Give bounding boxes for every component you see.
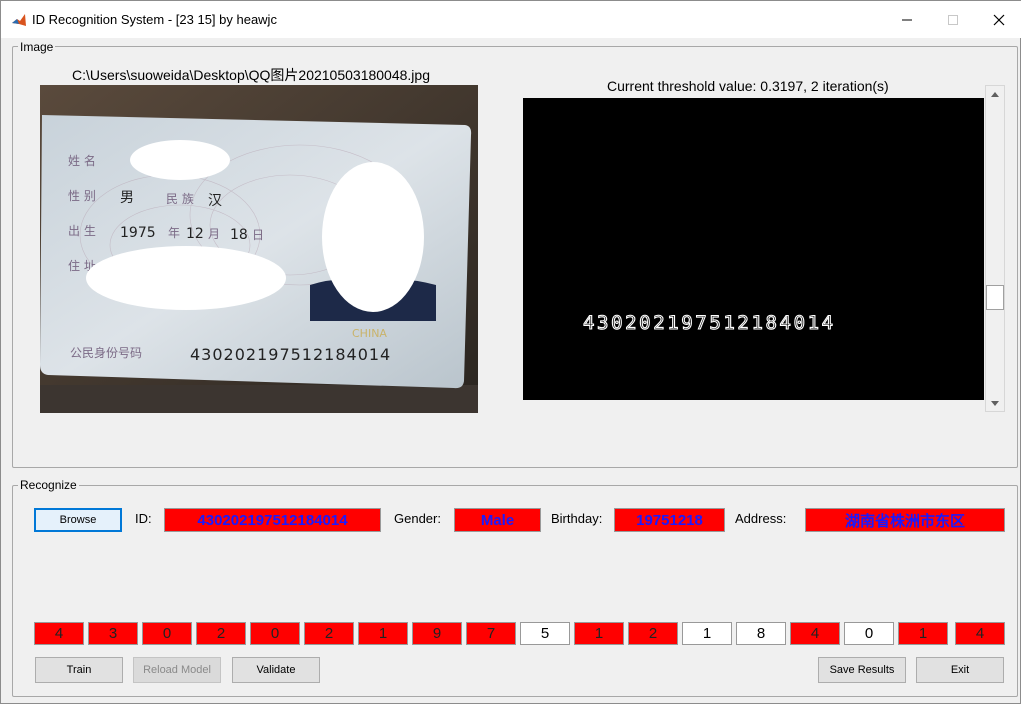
file-path-label: C:\Users\suoweida\Desktop\QQ图片2021050318…: [72, 67, 430, 83]
card-gender-label: 性 别: [68, 189, 96, 203]
digit-box: 2: [196, 622, 246, 645]
name-redaction: [130, 140, 230, 180]
digit-box: 1: [898, 622, 948, 645]
digit-box: 1: [682, 622, 732, 645]
digit-box: 2: [628, 622, 678, 645]
digit-box: 0: [844, 622, 894, 645]
close-button[interactable]: [976, 1, 1022, 38]
maximize-button[interactable]: [930, 1, 976, 38]
minimize-button[interactable]: [884, 1, 930, 38]
scroll-up-icon: [991, 91, 999, 97]
card-gender-value: 男: [120, 190, 134, 206]
birthday-value-field: 19751218: [614, 508, 725, 532]
id-label: ID:: [135, 511, 152, 526]
card-birth-month: 12: [186, 226, 204, 242]
gender-value-field: Male: [454, 508, 541, 532]
card-birth-day: 18: [230, 227, 248, 243]
binary-digits: 430202197512184014: [583, 312, 836, 334]
digit-box: 0: [250, 622, 300, 645]
card-birth-month-unit: 月: [208, 227, 220, 241]
exit-button[interactable]: Exit: [916, 657, 1004, 683]
digit-box: 0: [142, 622, 192, 645]
photo-redaction: [322, 162, 424, 312]
browse-button[interactable]: Browse: [34, 508, 122, 532]
minimize-icon: [902, 19, 912, 20]
scroll-down-icon: [991, 400, 999, 406]
scroll-up-button[interactable]: [986, 86, 1004, 102]
scroll-down-button[interactable]: [986, 395, 1004, 411]
reload-model-button[interactable]: Reload Model: [133, 657, 221, 683]
title-bar: ID Recognition System - [23 15] by heawj…: [1, 1, 1022, 38]
digit-box: 9: [412, 622, 462, 645]
window-title: ID Recognition System - [23 15] by heawj…: [32, 12, 277, 27]
image-scrollbar[interactable]: [985, 85, 1005, 412]
matlab-icon: [11, 12, 27, 28]
binary-image: 430202197512184014: [523, 98, 984, 400]
digit-box: 1: [574, 622, 624, 645]
card-ethnicity-label: 民 族: [166, 192, 194, 206]
gender-label: Gender:: [394, 511, 441, 526]
digit-box: 3: [88, 622, 138, 645]
scroll-thumb[interactable]: [986, 285, 1004, 310]
close-icon: [993, 14, 1005, 25]
card-china-text: CHINA: [352, 327, 387, 340]
card-ethnicity-value: 汉: [208, 193, 222, 209]
train-button[interactable]: Train: [35, 657, 123, 683]
recognize-panel-legend: Recognize: [18, 478, 79, 492]
digit-box: 8: [736, 622, 786, 645]
digit-box: 4: [34, 622, 84, 645]
card-name-label: 姓 名: [68, 153, 96, 168]
address-label: Address:: [735, 511, 787, 526]
save-results-button[interactable]: Save Results: [818, 657, 906, 683]
card-birth-label: 出 生: [68, 224, 96, 238]
birthday-label: Birthday:: [551, 511, 603, 526]
card-birth-year: 1975: [120, 225, 156, 241]
app-window: ID Recognition System - [23 15] by heawj…: [0, 0, 1022, 704]
card-id-number: 430202197512184014: [190, 345, 391, 364]
id-card-photo: 姓 名 性 别 民 族 出 生 住 址 公民身份号码 男 汉 1975 年 12…: [40, 85, 478, 413]
digit-box: 1: [358, 622, 408, 645]
digit-box: 4: [955, 622, 1005, 645]
digit-box: 7: [466, 622, 516, 645]
digit-box: 4: [790, 622, 840, 645]
id-value-field: 430202197512184014: [164, 508, 381, 532]
image-panel-legend: Image: [18, 40, 56, 54]
card-birth-year-unit: 年: [168, 226, 180, 240]
address-redaction: [86, 246, 286, 310]
digit-box: 5: [520, 622, 570, 645]
card-id-label: 公民身份号码: [70, 345, 142, 360]
maximize-icon: [948, 14, 958, 25]
validate-button[interactable]: Validate: [232, 657, 320, 683]
threshold-label: Current threshold value: 0.3197, 2 itera…: [607, 78, 889, 94]
card-birth-day-unit: 日: [252, 228, 264, 242]
digit-box: 2: [304, 622, 354, 645]
address-value-field: 湖南省株洲市东区: [805, 508, 1005, 532]
